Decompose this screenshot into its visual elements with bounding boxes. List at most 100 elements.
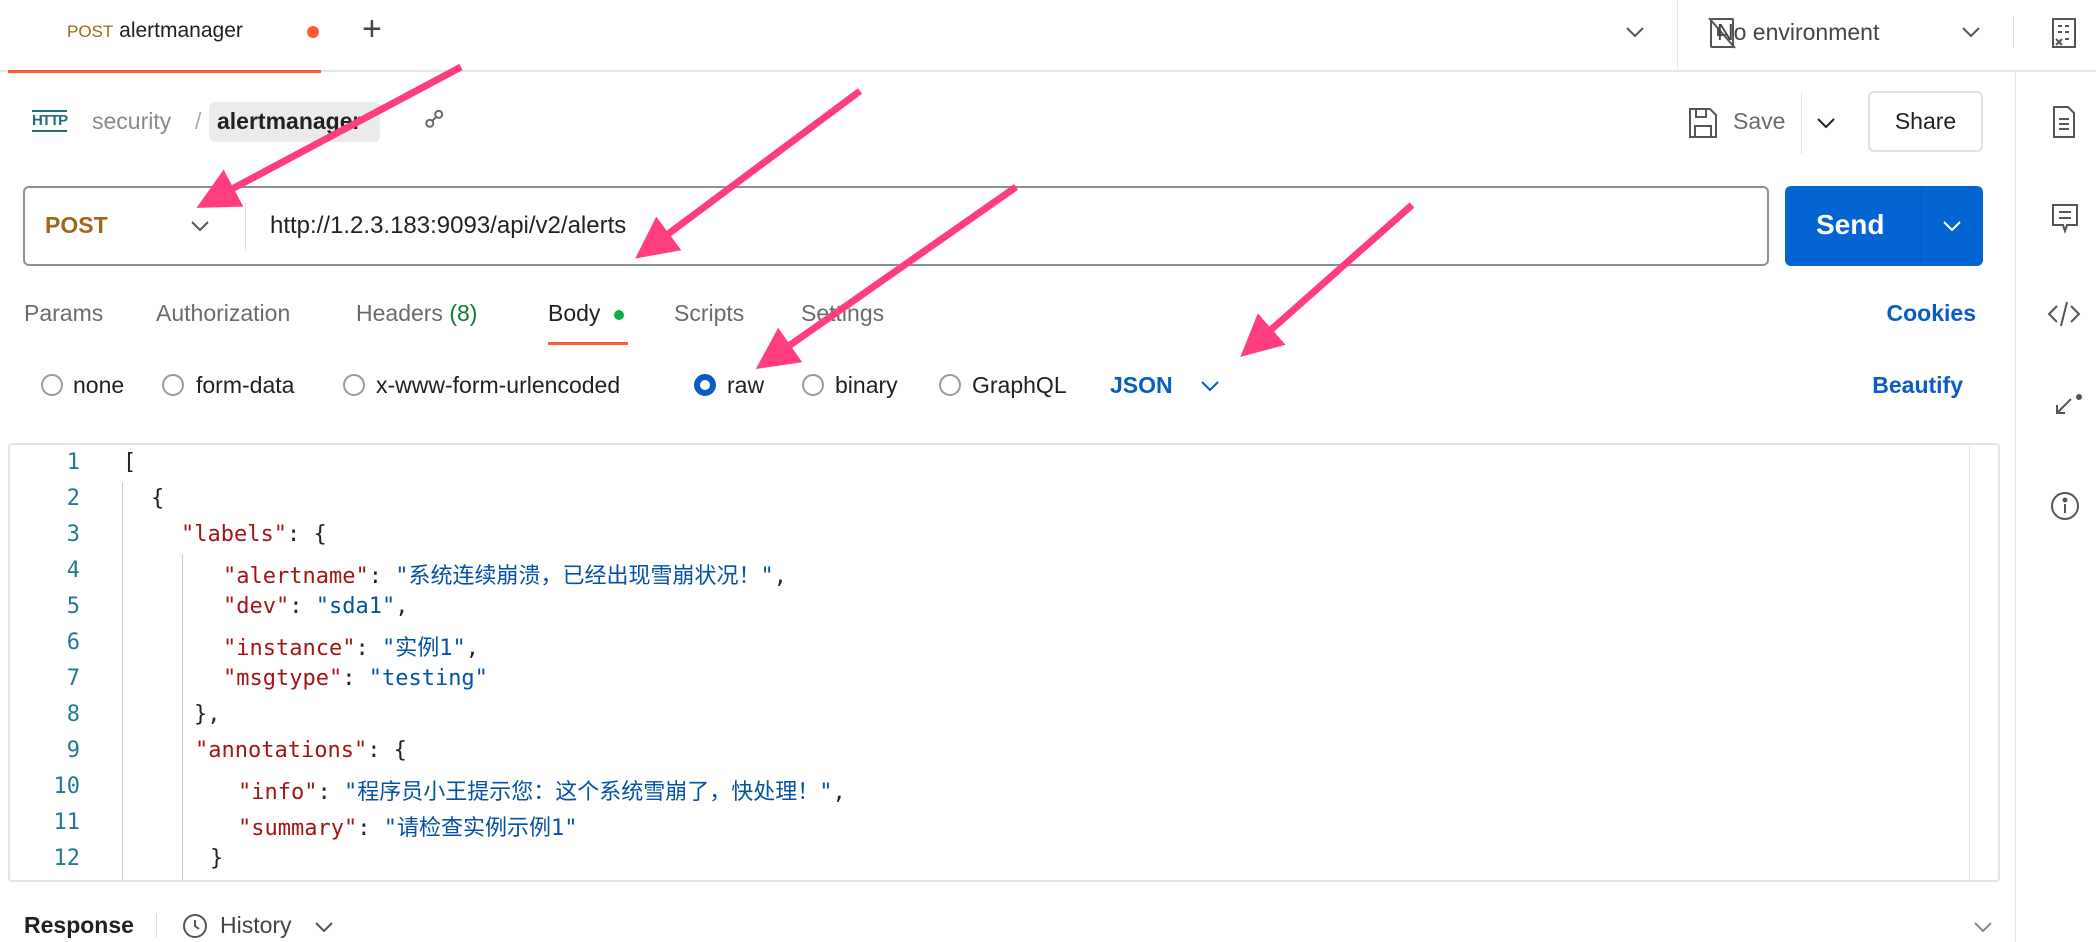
history-icon	[183, 914, 207, 938]
response-label[interactable]: Response	[24, 912, 134, 939]
json-string: "系统连续崩溃，已经出现雪崩状况！"	[395, 564, 774, 589]
radio-form-data[interactable]	[162, 374, 184, 396]
link-icon[interactable]: ⚯	[416, 101, 453, 138]
info-icon[interactable]	[2049, 490, 2081, 522]
json-key: "instance"	[223, 636, 356, 661]
code-line: "dev": "sda1",	[223, 594, 408, 619]
tab-headers-label: Headers	[356, 300, 443, 326]
method-selector[interactable]: POST	[45, 212, 108, 239]
method-chevron-down-icon[interactable]	[190, 219, 210, 233]
json-key: "summary"	[238, 816, 358, 841]
json-key: "labels"	[181, 522, 287, 547]
radio-graphql[interactable]	[939, 374, 961, 396]
variables-icon[interactable]	[2050, 17, 2078, 49]
json-string: "实例1"	[381, 636, 466, 661]
json-punctuation: : {	[367, 738, 407, 763]
radio-none-label[interactable]: none	[73, 372, 124, 399]
tab-params[interactable]: Params	[24, 300, 103, 327]
json-string: "testing"	[368, 666, 488, 691]
line-number: 9	[66, 738, 80, 763]
code-icon[interactable]	[2047, 300, 2081, 328]
code-line: [	[123, 450, 136, 475]
tab-method: POST	[67, 22, 114, 41]
code-line: "instance": "实例1",	[223, 630, 479, 662]
environment-chevron-down-icon[interactable]	[1961, 25, 1981, 39]
radio-raw[interactable]	[694, 374, 716, 396]
radio-urlencoded-label[interactable]: x-www-form-urlencoded	[376, 372, 620, 399]
json-key: "msgtype"	[223, 666, 343, 691]
history-button[interactable]: History	[220, 912, 292, 939]
radio-urlencoded[interactable]	[343, 374, 365, 396]
breadcrumb-collection[interactable]: security	[92, 108, 171, 135]
new-tab-plus-icon[interactable]: +	[362, 10, 382, 49]
tabs-chevron-down-icon[interactable]	[1625, 25, 1645, 39]
radio-form-data-label[interactable]: form-data	[196, 372, 294, 399]
json-punctuation: :	[317, 780, 344, 805]
line-number: 1	[66, 450, 80, 475]
format-chevron-down-icon[interactable]	[1200, 379, 1220, 393]
json-punctuation: ,	[465, 636, 479, 661]
save-button[interactable]: Save	[1733, 108, 1785, 135]
json-key: "annotations"	[195, 738, 368, 763]
tab-scripts[interactable]: Scripts	[674, 300, 744, 327]
radio-binary-label[interactable]: binary	[835, 372, 898, 399]
code-line: },	[194, 702, 221, 727]
request-tab[interactable]: POST alertmanager	[67, 19, 243, 43]
code-line: "summary": "请检查实例示例1"	[238, 810, 577, 842]
json-string: "请检查实例示例1"	[383, 816, 578, 841]
related-collapse-icon[interactable]	[2049, 393, 2083, 425]
save-options-chevron-icon[interactable]	[1816, 116, 1836, 130]
line-number: 3	[66, 522, 80, 547]
line-number: 8	[66, 702, 80, 727]
url-input[interactable]: http://1.2.3.183:9093/api/v2/alerts	[270, 212, 626, 240]
send-label[interactable]: Send	[1816, 209, 1884, 241]
send-options-chevron-icon[interactable]	[1942, 219, 1962, 233]
divider	[2013, 16, 2014, 48]
share-button[interactable]: Share	[1868, 91, 1983, 152]
line-number: 11	[53, 810, 81, 835]
code-line: "msgtype": "testing"	[223, 666, 488, 691]
json-key: "alertname"	[223, 564, 369, 589]
code-line: "labels": {	[181, 522, 327, 547]
http-icon: HTTP	[32, 110, 68, 132]
format-selector[interactable]: JSON	[1110, 372, 1173, 399]
comments-icon[interactable]	[2051, 203, 2079, 235]
line-number: 12	[53, 846, 81, 871]
tab-authorization[interactable]: Authorization	[156, 300, 290, 327]
breadcrumb-request-name[interactable]: alertmanager	[209, 102, 380, 142]
line-number: 2	[66, 486, 80, 511]
line-number: 7	[66, 666, 80, 691]
editor-scrollbar-track[interactable]	[1969, 445, 1970, 880]
documentation-icon[interactable]	[2051, 105, 2077, 139]
breadcrumb-separator: /	[195, 108, 202, 134]
body-active-dot	[614, 310, 624, 320]
active-tab-underline	[8, 70, 321, 73]
cookies-link[interactable]: Cookies	[1887, 300, 1976, 327]
history-chevron-down-icon[interactable]	[314, 920, 334, 934]
json-punctuation: :	[368, 564, 396, 589]
radio-none[interactable]	[41, 374, 63, 396]
line-number: 6	[66, 630, 80, 655]
save-icon[interactable]	[1688, 107, 1718, 139]
line-number: 10	[53, 774, 81, 799]
beautify-link[interactable]: Beautify	[1872, 372, 1963, 399]
divider	[156, 914, 157, 938]
environment-selector[interactable]: No environment	[1717, 19, 1879, 46]
unsaved-dot	[307, 26, 319, 38]
divider	[1801, 92, 1802, 154]
code-line: "annotations": {	[195, 738, 407, 763]
headers-count: (8)	[449, 300, 478, 326]
radio-raw-label[interactable]: raw	[727, 372, 764, 399]
json-punctuation: [	[123, 450, 137, 475]
code-line: "alertname": "系统连续崩溃，已经出现雪崩状况！",	[223, 558, 787, 590]
indent-guide	[122, 482, 123, 880]
json-punctuation: }	[210, 846, 224, 871]
tab-settings[interactable]: Settings	[801, 300, 884, 327]
json-key: "info"	[238, 780, 318, 805]
tab-headers[interactable]: Headers (8)	[356, 300, 477, 327]
json-punctuation: ,	[395, 594, 409, 619]
radio-binary[interactable]	[802, 374, 824, 396]
tab-body[interactable]: Body	[548, 300, 600, 327]
response-collapse-chevron-icon[interactable]	[1973, 920, 1993, 934]
radio-graphql-label[interactable]: GraphQL	[972, 372, 1067, 399]
